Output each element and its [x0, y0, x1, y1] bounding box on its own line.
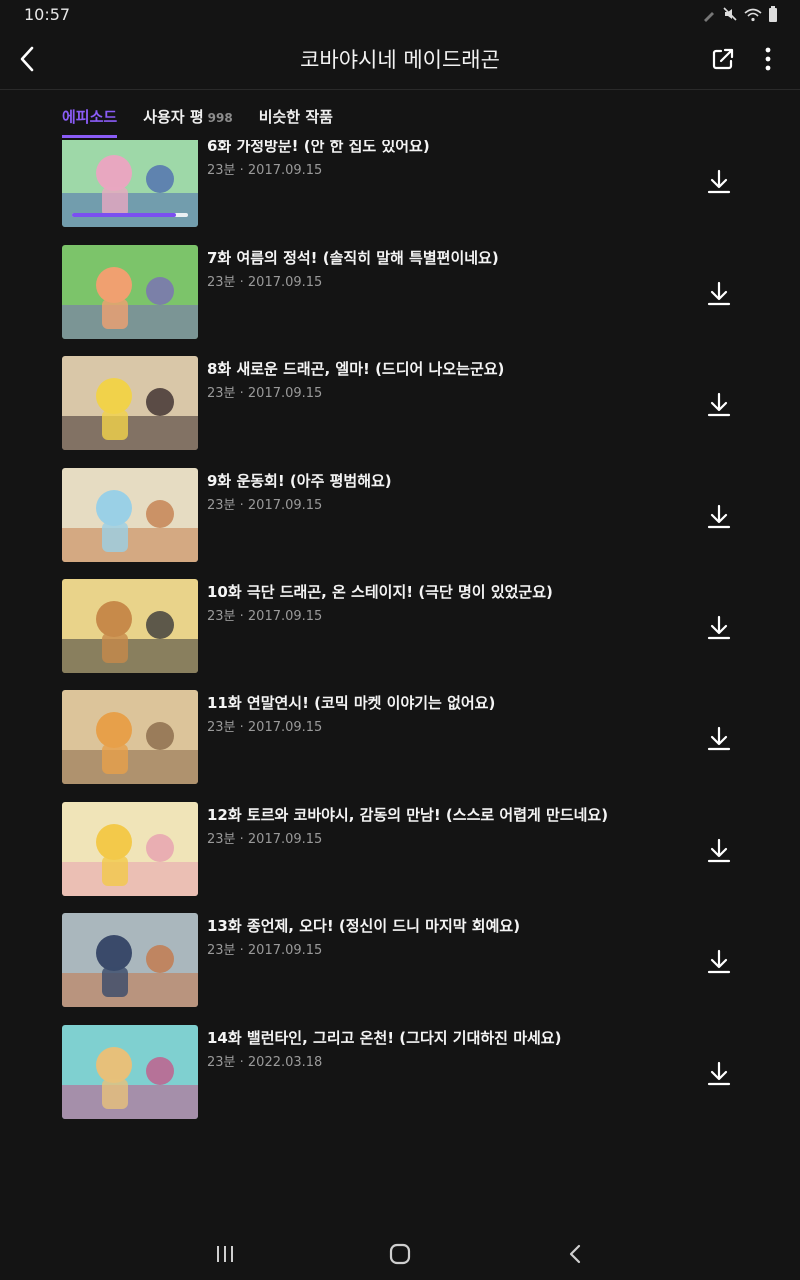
episode-thumbnail[interactable]	[62, 356, 198, 451]
episode-title: 9화 운동회! (아주 평범해요)	[207, 471, 392, 490]
header-divider	[0, 89, 800, 90]
episode-meta: 23분 · 2017.09.15	[207, 609, 323, 624]
download-icon[interactable]	[704, 279, 734, 309]
tab-label: 에피소드	[62, 108, 118, 126]
episode-title: 11화 연말연시! (코믹 마켓 이야기는 없어요)	[207, 694, 496, 713]
tab-label: 사용자 평	[143, 108, 204, 126]
mute-icon	[722, 6, 738, 26]
download-icon[interactable]	[704, 167, 734, 197]
episode-row[interactable]: 9화 운동회! (아주 평범해요) 23분 · 2017.09.15	[0, 467, 800, 564]
episode-thumbnail[interactable]	[62, 690, 198, 785]
episode-thumbnail[interactable]	[62, 140, 198, 228]
tab-bar: 에피소드 사용자 평 998 비슷한 작품	[62, 106, 333, 138]
episode-thumbnail[interactable]	[62, 1024, 198, 1119]
episode-thumbnail[interactable]	[62, 467, 198, 562]
episode-thumbnail[interactable]	[62, 801, 198, 896]
episode-title: 10화 극단 드래곤, 온 스테이지! (극단 명이 있었군요)	[207, 583, 553, 601]
download-icon[interactable]	[704, 724, 734, 754]
episode-thumbnail[interactable]	[62, 579, 198, 673]
episode-title: 13화 종언제, 오다! (정신이 드니 마지막 회예요)	[207, 917, 521, 936]
tab-label: 비슷한 작품	[258, 108, 333, 126]
home-icon[interactable]	[388, 1242, 412, 1266]
battery-icon	[768, 6, 778, 26]
episode-meta: 23분 · 2022.03.18	[207, 1054, 323, 1070]
episode-title: 8화 새로운 드래곤, 엘마! (드디어 나오는군요)	[207, 360, 505, 379]
app-bar: 코바야시네 메이드래곤	[0, 30, 800, 88]
download-icon[interactable]	[704, 390, 734, 420]
page-title: 코바야시네 메이드래곤	[300, 48, 500, 72]
episode-row[interactable]: 10화 극단 드래곤, 온 스테이지! (극단 명이 있었군요) 23분 · 20…	[0, 579, 800, 675]
episode-title: 6화 가정방문! (안 한 집도 있어요)	[207, 140, 430, 156]
wifi-icon	[744, 7, 762, 26]
nav-back-icon[interactable]	[564, 1242, 586, 1266]
episode-row[interactable]: 13화 종언제, 오다! (정신이 드니 마지막 회예요) 23분 · 2017.…	[0, 913, 800, 1009]
status-time: 10:57	[24, 5, 71, 24]
episode-meta: 23분 · 2017.09.15	[207, 831, 323, 847]
episode-row[interactable]: 8화 새로운 드래곤, 엘마! (드디어 나오는군요) 23분 · 2017.09…	[0, 356, 800, 452]
download-icon[interactable]	[704, 836, 734, 866]
episode-meta: 23분 · 2017.09.15	[207, 163, 323, 179]
episode-meta: 23분 · 2017.09.15	[207, 274, 323, 290]
episode-thumbnail[interactable]	[62, 244, 198, 339]
tab-episodes[interactable]: 에피소드	[62, 106, 118, 138]
download-icon[interactable]	[704, 1059, 734, 1089]
download-icon[interactable]	[704, 947, 734, 977]
episode-row[interactable]: 12화 토르와 코바야시, 감동의 만남! (스스로 어렵게 만드네요) 23분 …	[0, 801, 800, 898]
recent-apps-icon[interactable]	[214, 1244, 236, 1264]
episode-row[interactable]: 7화 여름의 정석! (솔직히 말해 특별편이네요) 23분 · 2017.09.…	[0, 244, 800, 341]
tab-user-reviews[interactable]: 사용자 평 998	[143, 106, 233, 132]
episode-row[interactable]: 6화 가정방문! (안 한 집도 있어요) 23분 · 2017.09.15	[0, 140, 800, 229]
episode-meta: 23분 · 2017.09.15	[207, 720, 323, 736]
episode-list[interactable]: 23분 · 2017.09.15 6화 가정방문! (안 한 집도 있어요) 23분…	[0, 140, 800, 1220]
episode-title: 14화 밸런타인, 그리고 온천! (그다지 기대하진 마세요)	[207, 1028, 562, 1047]
download-icon[interactable]	[704, 613, 734, 643]
watch-progress-fill	[72, 213, 177, 218]
episode-row[interactable]: 14화 밸런타인, 그리고 온천! (그다지 기대하진 마세요) 23분 · 20…	[0, 1024, 800, 1121]
episode-thumbnail[interactable]	[62, 913, 198, 1008]
share-icon[interactable]	[708, 44, 738, 74]
download-icon[interactable]	[704, 502, 734, 532]
episode-meta: 23분 · 2017.09.15	[207, 497, 323, 513]
review-count: 998	[207, 111, 233, 125]
episode-meta: 23분 · 2017.09.15	[207, 386, 323, 402]
more-vert-icon[interactable]	[756, 44, 780, 74]
system-nav-bar	[0, 1228, 800, 1280]
tab-similar[interactable]: 비슷한 작품	[259, 106, 333, 132]
episode-meta: 23분 · 2017.09.15	[207, 943, 323, 959]
watch-progress-bar	[72, 213, 188, 218]
episode-title: 12화 토르와 코바야시, 감동의 만남! (스스로 어렵게 만드네요)	[207, 805, 609, 824]
episode-row[interactable]: 11화 연말연시! (코믹 마켓 이야기는 없어요) 23분 · 2017.09.…	[0, 690, 800, 786]
episode-title: 7화 여름의 정석! (솔직히 말해 특별편이네요)	[207, 248, 499, 267]
pen-icon	[702, 7, 716, 26]
status-bar: 10:57	[0, 0, 800, 30]
status-icons	[702, 6, 778, 26]
